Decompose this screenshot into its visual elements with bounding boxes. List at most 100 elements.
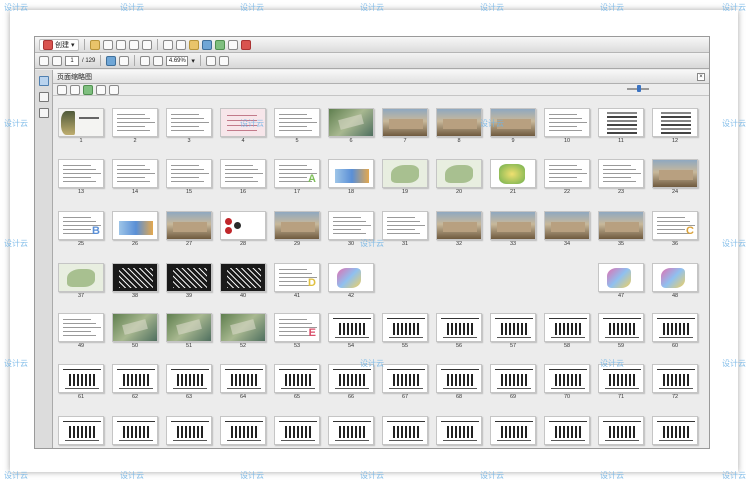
print-icon[interactable]: [115, 39, 126, 50]
zoom-dropdown-icon[interactable]: ▾: [191, 57, 195, 65]
zoom-out-icon[interactable]: [140, 55, 151, 66]
page-thumbnail[interactable]: [112, 211, 158, 240]
page-thumbnail[interactable]: [598, 263, 644, 292]
save-icon[interactable]: [102, 39, 113, 50]
page-thumbnail[interactable]: [544, 211, 590, 240]
previous-page-icon[interactable]: [39, 55, 49, 66]
page-thumbnail[interactable]: [652, 159, 698, 188]
page-thumbnail[interactable]: [58, 313, 104, 342]
page-thumbnail[interactable]: [544, 108, 590, 137]
stamp-icon[interactable]: [201, 39, 212, 50]
attachments-icon[interactable]: [38, 108, 49, 118]
page-thumbnail[interactable]: [598, 416, 644, 445]
form-icon[interactable]: [227, 39, 238, 50]
page-thumbnail[interactable]: [598, 108, 644, 137]
page-thumbnail[interactable]: [382, 416, 428, 445]
page-thumbnail[interactable]: [166, 416, 212, 445]
page-thumbnail[interactable]: [220, 263, 266, 292]
page-thumbnail[interactable]: A: [274, 159, 320, 188]
page-thumbnail[interactable]: [382, 108, 428, 137]
page-thumbnail[interactable]: [166, 364, 212, 393]
page-thumbnail[interactable]: C: [652, 211, 698, 240]
page-thumbnails-icon[interactable]: [38, 76, 49, 86]
zoom-in-icon[interactable]: [153, 55, 164, 66]
page-thumbnail[interactable]: [652, 263, 698, 292]
page-thumbnail[interactable]: [166, 211, 212, 240]
select-tool-icon[interactable]: [106, 55, 117, 66]
page-thumbnail[interactable]: [112, 416, 158, 445]
page-thumbnail[interactable]: [490, 416, 536, 445]
page-thumbnail[interactable]: [436, 211, 482, 240]
page-thumbnail[interactable]: [166, 159, 212, 188]
page-thumbnail[interactable]: [490, 313, 536, 342]
edit-icon[interactable]: [128, 39, 139, 50]
page-thumbnail[interactable]: [112, 108, 158, 137]
options-menu-icon[interactable]: [57, 84, 67, 95]
print-pages-icon[interactable]: [109, 84, 119, 95]
page-thumbnail[interactable]: [436, 108, 482, 137]
page-thumbnail[interactable]: [598, 159, 644, 188]
sign-icon[interactable]: [240, 39, 251, 50]
page-thumbnail[interactable]: [112, 263, 158, 292]
close-icon[interactable]: ×: [697, 73, 705, 81]
page-thumbnail[interactable]: [382, 364, 428, 393]
insert-page-icon[interactable]: [83, 84, 93, 95]
page-thumbnail[interactable]: [652, 108, 698, 137]
zoom-level-field[interactable]: 4.69%: [166, 55, 189, 66]
thumbnail-size-slider-knob[interactable]: [637, 85, 641, 92]
page-thumbnail[interactable]: [652, 364, 698, 393]
page-thumbnail[interactable]: [274, 108, 320, 137]
email-icon[interactable]: [141, 39, 152, 50]
page-thumbnail[interactable]: [436, 364, 482, 393]
page-thumbnail[interactable]: [544, 159, 590, 188]
page-thumbnail[interactable]: [382, 313, 428, 342]
page-thumbnail[interactable]: [58, 416, 104, 445]
page-number-input[interactable]: 1: [65, 55, 79, 66]
page-thumbnail[interactable]: [220, 211, 266, 240]
page-thumbnail[interactable]: [328, 263, 374, 292]
page-thumbnail[interactable]: [166, 263, 212, 292]
page-thumbnail[interactable]: [58, 108, 104, 137]
page-thumbnail[interactable]: [328, 313, 374, 342]
page-thumbnail[interactable]: [274, 416, 320, 445]
page-thumbnail[interactable]: [544, 313, 590, 342]
page-thumbnail[interactable]: [58, 364, 104, 393]
page-thumbnail[interactable]: [544, 364, 590, 393]
page-thumbnail[interactable]: [490, 364, 536, 393]
fit-page-icon[interactable]: [205, 55, 216, 66]
page-thumbnail[interactable]: [490, 159, 536, 188]
page-thumbnail[interactable]: [598, 211, 644, 240]
page-thumbnail[interactable]: [328, 211, 374, 240]
page-thumbnail[interactable]: [328, 108, 374, 137]
note-icon[interactable]: [188, 39, 199, 50]
page-thumbnail[interactable]: [112, 364, 158, 393]
page-thumbnail[interactable]: [220, 313, 266, 342]
rotate-page-icon[interactable]: [96, 84, 106, 95]
open-folder-icon[interactable]: [89, 39, 100, 50]
page-thumbnail[interactable]: [328, 416, 374, 445]
page-thumbnail[interactable]: [220, 416, 266, 445]
page-thumbnail[interactable]: [274, 364, 320, 393]
full-screen-icon[interactable]: [218, 55, 229, 66]
page-thumbnail[interactable]: [58, 159, 104, 188]
comment-icon[interactable]: [175, 39, 186, 50]
page-thumbnail[interactable]: [436, 159, 482, 188]
next-page-icon[interactable]: [52, 55, 62, 66]
page-thumbnail[interactable]: [112, 313, 158, 342]
page-thumbnail[interactable]: [436, 416, 482, 445]
page-thumbnail[interactable]: D: [274, 263, 320, 292]
page-thumbnail[interactable]: [382, 159, 428, 188]
delete-page-icon[interactable]: [70, 84, 80, 95]
page-thumbnail[interactable]: [490, 211, 536, 240]
page-thumbnail[interactable]: [382, 211, 428, 240]
review-icon[interactable]: [214, 39, 225, 50]
page-thumbnail[interactable]: [652, 416, 698, 445]
page-thumbnail[interactable]: [328, 159, 374, 188]
create-button[interactable]: 创建 ▾: [39, 38, 79, 51]
page-thumbnail[interactable]: [166, 313, 212, 342]
page-thumbnail[interactable]: B: [58, 211, 104, 240]
bookmarks-icon[interactable]: [38, 92, 49, 102]
page-thumbnail[interactable]: [58, 263, 104, 292]
page-thumbnail[interactable]: [274, 211, 320, 240]
page-thumbnail[interactable]: [112, 159, 158, 188]
